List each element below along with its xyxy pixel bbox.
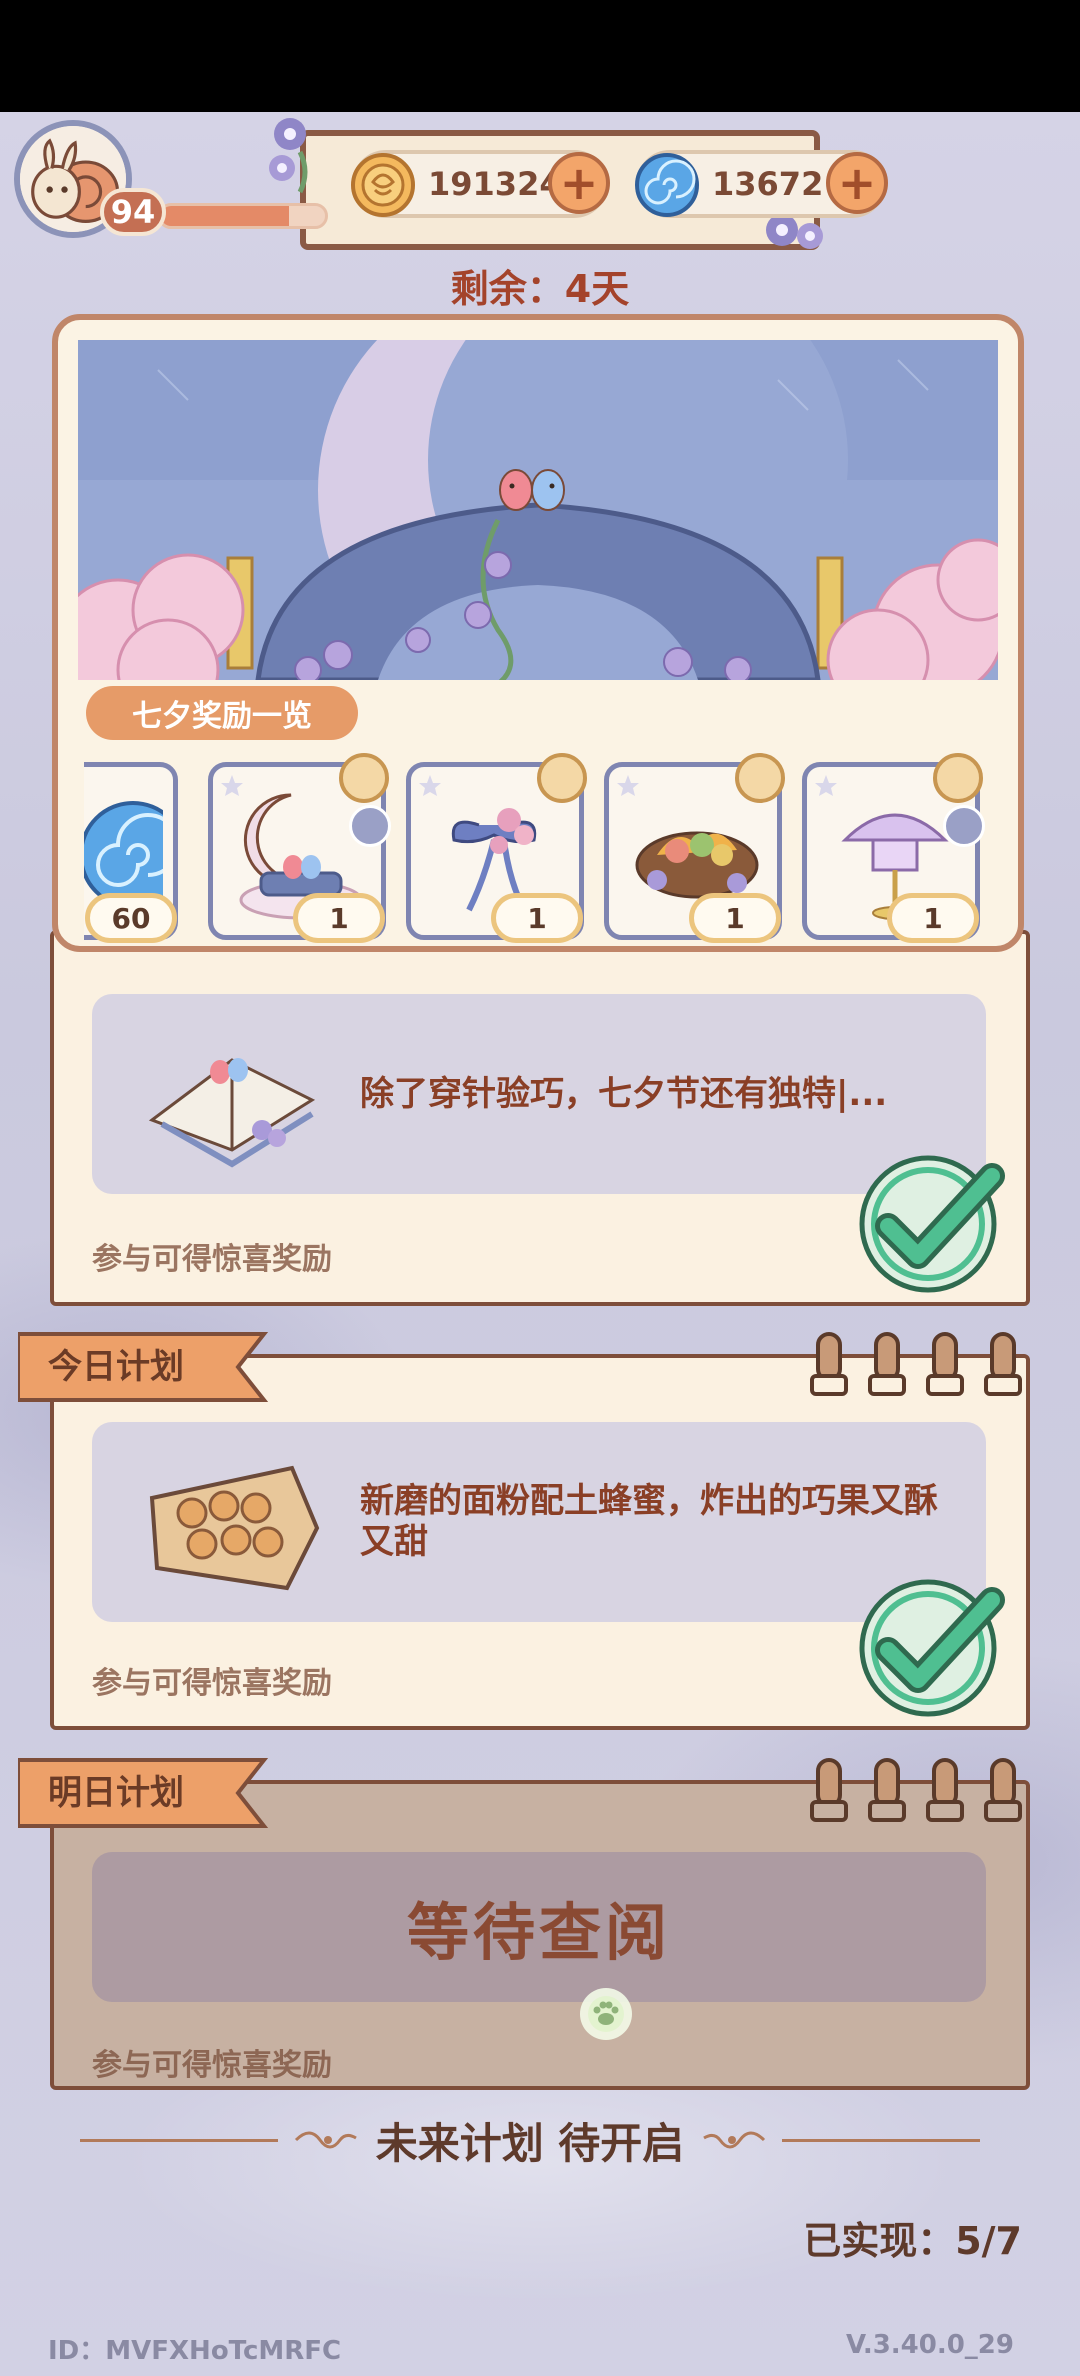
- binder-rings: [810, 1758, 1022, 1822]
- reward-strip[interactable]: 60 1 1 1 1: [84, 748, 1008, 944]
- future-plans-divider: 未来计划 待开启: [80, 2110, 980, 2170]
- reward-count: 1: [293, 893, 385, 943]
- morning-glory-decoration: [269, 118, 308, 194]
- reward-item[interactable]: 1: [802, 753, 985, 943]
- ornament-curl-icon: [294, 2131, 357, 2149]
- experience-bar: [158, 203, 328, 229]
- achieved-count: 已实现：5/7: [803, 2219, 1022, 2263]
- plan-card-today: 新磨的面粉配土蜂蜜，炸出的巧果又酥又甜 参与可得惊喜奖励: [50, 1354, 1030, 1730]
- add-coins-button[interactable]: +: [548, 152, 610, 214]
- event-panel: 七夕奖励一览 60 1 1 1 1: [52, 314, 1024, 952]
- coin-amount: 191324: [428, 165, 562, 203]
- reward-item[interactable]: 1: [406, 753, 587, 943]
- player-id: ID：MVFXHoTcMRFC: [48, 2336, 342, 2366]
- plan-content[interactable]: 等待查阅: [92, 1852, 986, 2002]
- reward-item[interactable]: 1: [604, 753, 785, 943]
- reward-count: 1: [887, 893, 979, 943]
- gem-amount: 13672: [712, 165, 824, 203]
- checkmark-icon: [859, 1579, 1005, 1717]
- plan-reward-text: 参与可得惊喜奖励: [92, 2048, 332, 2083]
- plan-reward-text: 参与可得惊喜奖励: [92, 1666, 332, 1701]
- reward-list-label[interactable]: 七夕奖励一览: [86, 686, 358, 740]
- reward-item[interactable]: 1: [208, 753, 391, 943]
- coin-currency: 191324 +: [351, 150, 610, 218]
- binder-rings: [810, 1332, 1022, 1396]
- plan-card: 除了穿针验巧，七夕节还有独特|... 参与可得惊喜奖励: [50, 930, 1030, 1306]
- reward-item[interactable]: 60: [84, 762, 178, 943]
- preview-eye-icon[interactable]: [735, 753, 785, 803]
- app-version: V.3.40.0_29: [846, 2330, 1014, 2360]
- reward-count: 1: [491, 893, 583, 943]
- plan-reward-text: 参与可得惊喜奖励: [92, 1242, 332, 1277]
- gem-currency: 13672 +: [635, 150, 888, 218]
- blue-swirl-icon: [635, 153, 699, 217]
- furniture-tag-icon: [943, 805, 985, 847]
- reward-count: 1: [689, 893, 781, 943]
- ornament-curl-icon: [703, 2131, 766, 2149]
- paw-cursor-icon: [580, 1988, 632, 2040]
- preview-eye-icon[interactable]: [339, 753, 389, 803]
- add-gems-button[interactable]: +: [826, 152, 888, 214]
- preview-eye-icon[interactable]: [933, 753, 983, 803]
- plan-label-tomorrow: 明日计划: [18, 1756, 290, 1830]
- future-plans-text: 未来计划 待开启: [375, 2118, 685, 2168]
- qixi-book-icon: [148, 1058, 316, 1168]
- plan-label-today: 今日计划: [18, 1330, 290, 1404]
- preview-eye-icon[interactable]: [537, 753, 587, 803]
- checkmark-icon: [859, 1155, 1005, 1293]
- fried-pastry-icon: [149, 1465, 320, 1591]
- furniture-tag-icon: [349, 805, 391, 847]
- level-badge: 94: [100, 188, 166, 236]
- qixi-bridge-scene: [78, 340, 998, 680]
- status-bar: [0, 0, 1080, 112]
- coin-icon: [351, 153, 415, 217]
- waiting-review-text: 等待查阅: [406, 1896, 671, 1969]
- reward-count: 60: [85, 893, 177, 943]
- remaining-days: 剩余：4天: [450, 267, 630, 311]
